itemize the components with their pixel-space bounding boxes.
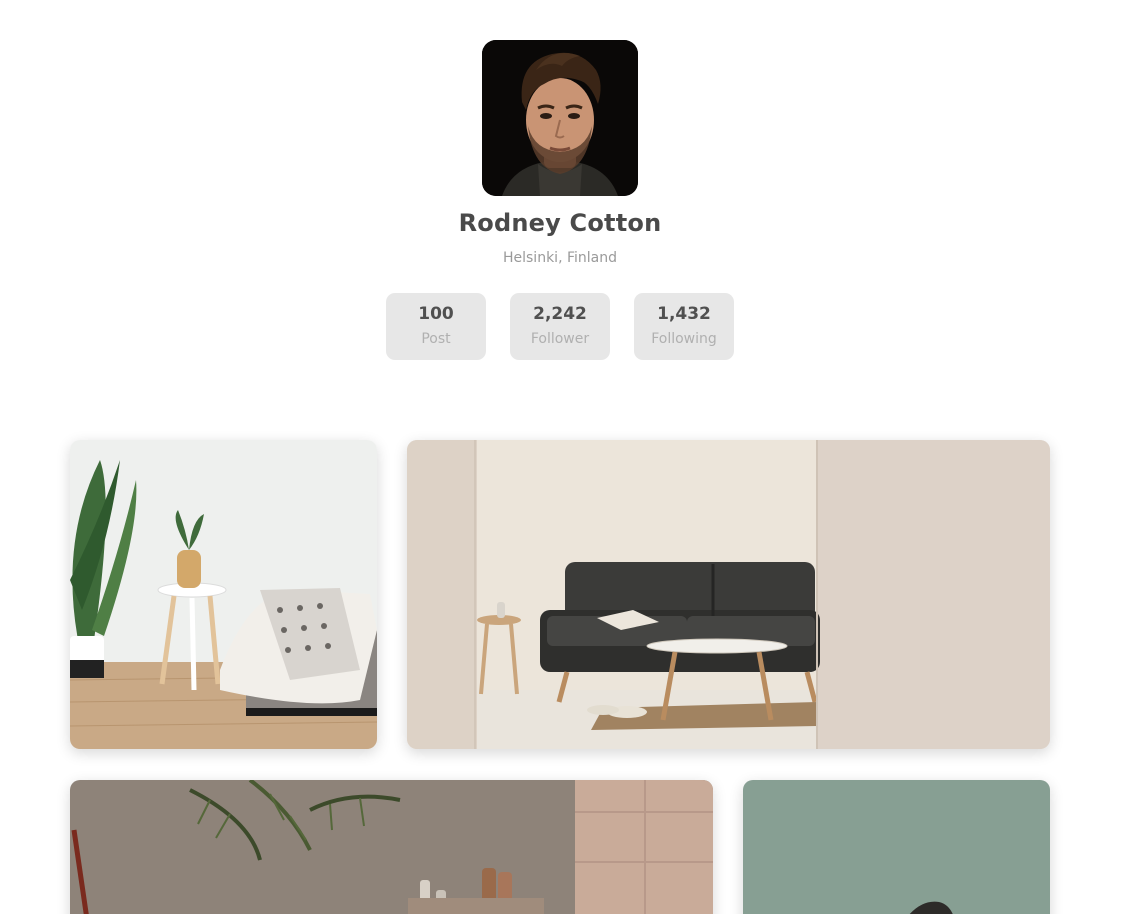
- stat-label: Follower: [530, 331, 590, 347]
- stat-label: Following: [651, 331, 717, 347]
- profile-name: Rodney Cotton: [458, 209, 662, 237]
- stat-followers[interactable]: 2,242 Follower: [510, 293, 610, 360]
- living-room-photo-image: [407, 440, 1050, 749]
- green-wall-photo-image: [743, 780, 1050, 914]
- stat-value: 1,432: [657, 304, 711, 324]
- profile-stats: 100 Post 2,242 Follower 1,432 Following: [386, 293, 734, 360]
- stat-following[interactable]: 1,432 Following: [634, 293, 734, 360]
- stat-label: Post: [421, 331, 451, 347]
- bathroom-photo-image: [70, 780, 713, 914]
- gallery-photo-bedroom[interactable]: [70, 440, 377, 749]
- gallery-photo-bathroom[interactable]: [70, 780, 713, 914]
- bedroom-photo-image: [70, 440, 377, 749]
- stat-value: 2,242: [533, 304, 587, 324]
- profile-page: Rodney Cotton Helsinki, Finland 100 Post…: [0, 0, 1148, 914]
- gallery-photo-green-wall[interactable]: [743, 780, 1050, 914]
- avatar[interactable]: [482, 40, 638, 196]
- avatar-portrait-image: [482, 40, 638, 196]
- stat-posts[interactable]: 100 Post: [386, 293, 486, 360]
- gallery-photo-living-room[interactable]: [407, 440, 1050, 749]
- stat-value: 100: [418, 304, 454, 324]
- profile-location: Helsinki, Finland: [502, 250, 617, 266]
